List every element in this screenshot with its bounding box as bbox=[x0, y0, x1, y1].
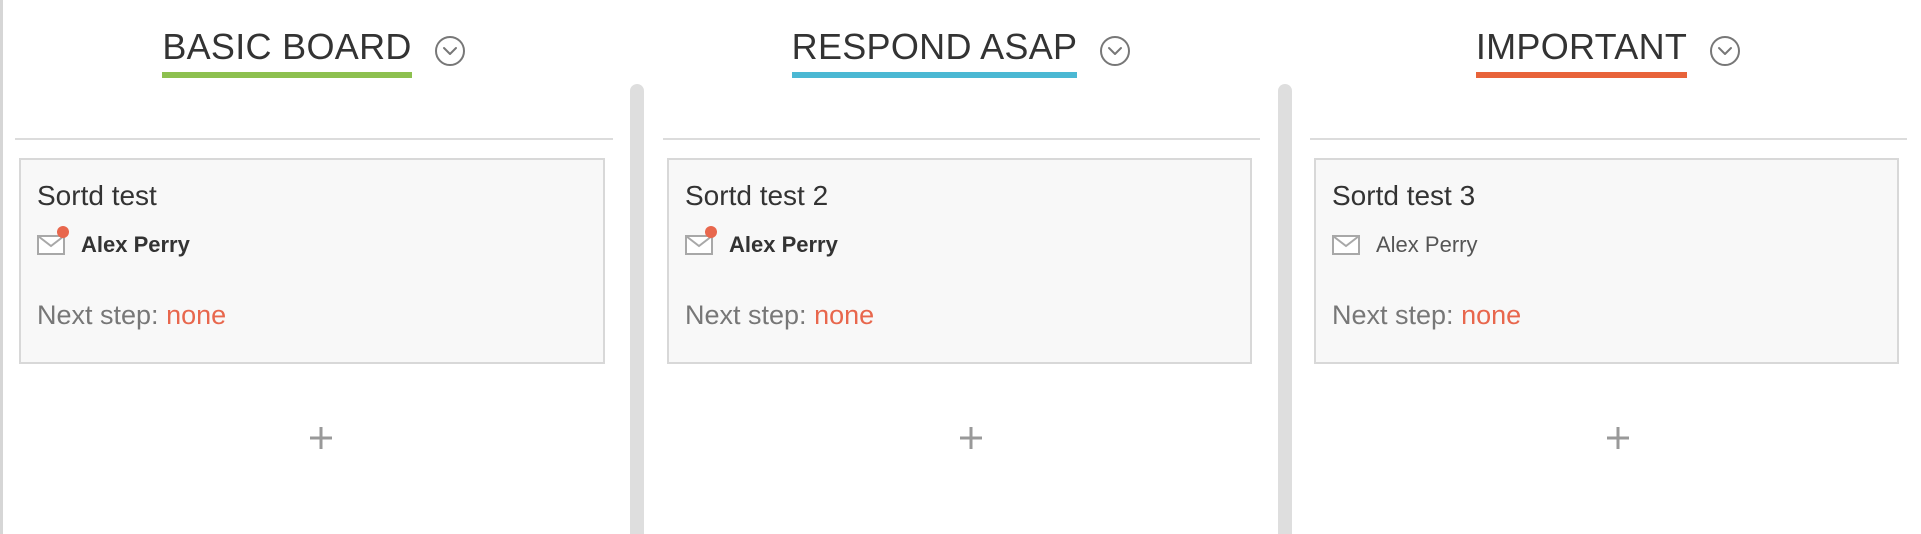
plus-icon bbox=[960, 427, 982, 449]
contact-name: Alex Perry bbox=[1376, 232, 1478, 257]
column-header: RESPOND ASAP bbox=[663, 26, 1260, 78]
add-card-button[interactable] bbox=[301, 418, 341, 458]
next-step: Next step: none bbox=[1332, 300, 1521, 331]
column-header: BASIC BOARD bbox=[15, 26, 613, 78]
column-divider-line bbox=[663, 138, 1260, 140]
chevron-down-circle-icon[interactable] bbox=[1709, 35, 1741, 67]
mail-icon bbox=[1332, 235, 1360, 255]
next-step-value[interactable]: none bbox=[166, 300, 226, 330]
column-scroll-divider[interactable] bbox=[630, 84, 644, 534]
card-title: Sortd test 2 bbox=[685, 180, 829, 211]
card[interactable]: Sortd test Alex Perry Next step: none bbox=[19, 158, 605, 364]
column-respond-asap: RESPOND ASAP Sortd test 2 Alex Perry Nex… bbox=[663, 0, 1260, 534]
next-step-value[interactable]: none bbox=[814, 300, 874, 330]
card-title: Sortd test 3 bbox=[1332, 180, 1476, 211]
column-title-underline: IMPORTANT bbox=[1475, 26, 1688, 78]
card-contact: Alex Perry bbox=[37, 226, 190, 260]
column-header: IMPORTANT bbox=[1310, 26, 1907, 78]
card-contact: Alex Perry bbox=[685, 226, 838, 260]
column-title[interactable]: IMPORTANT bbox=[1476, 26, 1687, 68]
next-step: Next step: none bbox=[685, 300, 874, 331]
next-step-label: Next step: bbox=[1332, 300, 1454, 330]
next-step-value[interactable]: none bbox=[1461, 300, 1521, 330]
card-contact: Alex Perry bbox=[1332, 230, 1477, 260]
contact-name: Alex Perry bbox=[729, 232, 838, 257]
card[interactable]: Sortd test 3 Alex Perry Next step: none bbox=[1314, 158, 1899, 364]
column-scroll-divider[interactable] bbox=[1278, 84, 1292, 534]
chevron-down-circle-icon[interactable] bbox=[434, 35, 466, 67]
add-card-button[interactable] bbox=[1598, 418, 1638, 458]
unread-indicator bbox=[57, 226, 69, 238]
column-title[interactable]: BASIC BOARD bbox=[162, 26, 411, 68]
column-divider-line bbox=[1310, 138, 1907, 140]
plus-icon bbox=[310, 427, 332, 449]
contact-name: Alex Perry bbox=[81, 232, 190, 257]
card[interactable]: Sortd test 2 Alex Perry Next step: none bbox=[667, 158, 1252, 364]
next-step-label: Next step: bbox=[37, 300, 159, 330]
plus-icon bbox=[1607, 427, 1629, 449]
column-title-underline: RESPOND ASAP bbox=[791, 26, 1078, 78]
kanban-board: BASIC BOARD Sortd test Alex Perry Next s… bbox=[0, 0, 1921, 534]
mail-icon bbox=[37, 226, 69, 255]
next-step: Next step: none bbox=[37, 300, 226, 331]
column-title[interactable]: RESPOND ASAP bbox=[792, 26, 1078, 68]
unread-indicator bbox=[705, 226, 717, 238]
column-title-underline: BASIC BOARD bbox=[162, 26, 412, 78]
column-important: IMPORTANT Sortd test 3 Alex Perry Next s… bbox=[1310, 0, 1907, 534]
card-title: Sortd test bbox=[37, 180, 157, 211]
next-step-label: Next step: bbox=[685, 300, 807, 330]
chevron-down-circle-icon[interactable] bbox=[1099, 35, 1131, 67]
column-basic-board: BASIC BOARD Sortd test Alex Perry Next s… bbox=[15, 0, 613, 534]
column-divider-line bbox=[15, 138, 613, 140]
mail-icon bbox=[685, 226, 717, 255]
add-card-button[interactable] bbox=[951, 418, 991, 458]
